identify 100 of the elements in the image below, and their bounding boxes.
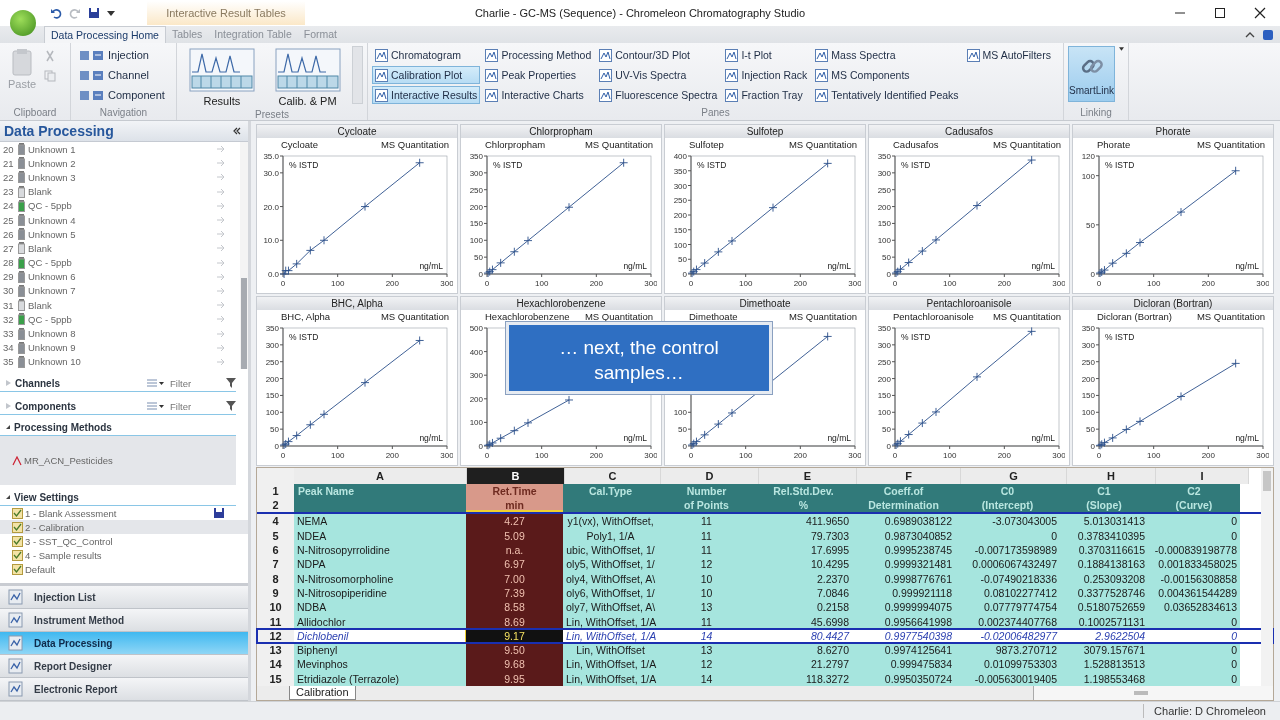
table-cell[interactable]: 411.9650: [755, 514, 852, 529]
table-cell[interactable]: -0.007173598989: [955, 543, 1060, 558]
view-setting-item[interactable]: Default: [0, 562, 224, 577]
table-cell[interactable]: 10.4295: [755, 557, 852, 572]
row-number[interactable]: 7: [257, 557, 294, 572]
data-point[interactable]: [523, 418, 533, 428]
filter-icon[interactable]: [226, 378, 236, 388]
section-header[interactable]: Channels: [15, 377, 142, 389]
expander-icon[interactable]: [6, 495, 10, 500]
table-cell[interactable]: 0.0006067432497: [955, 557, 1060, 572]
table-cell[interactable]: N-Nitrosopyrrolidine: [294, 543, 466, 558]
data-point[interactable]: [619, 158, 629, 168]
injection-item[interactable]: QC - 5ppb: [28, 313, 213, 325]
pane-button[interactable]: Tentatively Identified Peaks: [812, 86, 962, 104]
data-point[interactable]: [713, 247, 723, 257]
injection-item[interactable]: Unknown 9: [28, 342, 213, 354]
injection-item[interactable]: Blank: [28, 299, 213, 311]
data-point[interactable]: [727, 236, 737, 246]
pane-button[interactable]: Mass Spectra: [812, 46, 962, 64]
pane-button[interactable]: Peak Properties: [482, 66, 595, 84]
pane-button[interactable]: Injection Rack: [722, 66, 811, 84]
table-cell[interactable]: 0.2158: [755, 600, 852, 615]
table-cell[interactable]: NEMA: [294, 514, 466, 529]
injection-item[interactable]: Unknown 4: [28, 214, 213, 226]
data-point[interactable]: [496, 433, 506, 443]
data-point[interactable]: [509, 247, 519, 257]
navigation-button[interactable]: Channel: [75, 66, 169, 84]
data-point[interactable]: [292, 259, 302, 269]
data-point[interactable]: [1176, 392, 1186, 401]
table-cell[interactable]: Lin, WithOffset, 1/A: [563, 657, 658, 672]
table-cell[interactable]: ubic, WithOffset, 1/: [563, 543, 658, 558]
navigation-tab[interactable]: Electronic Report: [0, 678, 248, 701]
data-point[interactable]: [564, 202, 574, 212]
data-point[interactable]: [1027, 155, 1037, 165]
data-point[interactable]: [360, 202, 370, 211]
row-number[interactable]: 6: [257, 543, 294, 558]
row-number[interactable]: 2: [257, 498, 294, 513]
data-point[interactable]: [1121, 425, 1131, 434]
table-cell[interactable]: oly5, WithOffset, 1/: [563, 557, 658, 572]
table-cell[interactable]: oly7, WithOffset, A\: [563, 600, 658, 615]
table-cell[interactable]: 11: [658, 543, 755, 558]
row-number[interactable]: 12: [257, 628, 294, 644]
app-logo[interactable]: [10, 10, 36, 36]
pane-button[interactable]: Interactive Results: [372, 86, 481, 104]
data-point[interactable]: [1027, 326, 1037, 336]
data-point[interactable]: [904, 258, 914, 267]
pane-button[interactable]: MS AutoFilters: [963, 46, 1054, 64]
table-cell[interactable]: 9.17: [466, 628, 563, 644]
table-cell[interactable]: 0.3703116615: [1060, 543, 1148, 558]
table-cell[interactable]: 8.58: [466, 600, 563, 615]
column-letter[interactable]: G: [961, 468, 1067, 485]
column-header[interactable]: Coeff.of Determination: [852, 484, 955, 513]
injection-item[interactable]: QC - 5ppb: [28, 200, 213, 212]
data-point[interactable]: [1121, 248, 1131, 258]
data-point[interactable]: [713, 419, 723, 429]
pane-button[interactable]: UV-Vis Spectra: [596, 66, 721, 84]
table-cell[interactable]: 0.9999994075: [852, 600, 955, 615]
table-cell[interactable]: NDPA: [294, 557, 466, 572]
row-number[interactable]: 10: [257, 600, 294, 615]
table-cell[interactable]: 11: [658, 514, 755, 529]
column-header[interactable]: C1 (Slope): [1060, 484, 1148, 513]
table-cell[interactable]: 0.01099753303: [955, 657, 1060, 672]
data-point[interactable]: [700, 430, 710, 440]
column-header[interactable]: C0 (Intercept): [955, 484, 1060, 513]
table-cell[interactable]: 5.013031413: [1060, 514, 1148, 529]
pane-button[interactable]: I-t Plot: [722, 46, 811, 64]
data-point[interactable]: [319, 235, 329, 245]
ribbon-tab[interactable]: Data Processing Home: [44, 26, 166, 43]
row-number[interactable]: 4: [257, 514, 294, 529]
table-cell[interactable]: 0.07779774754: [955, 600, 1060, 615]
filter-field[interactable]: Filter: [168, 400, 222, 412]
smartlink-button[interactable]: SmartLink: [1068, 46, 1115, 102]
data-point[interactable]: [823, 158, 833, 168]
table-cell[interactable]: y1(vx), WithOffset,: [563, 514, 658, 529]
table-cell[interactable]: 9.68: [466, 657, 563, 672]
table-cell[interactable]: Mevinphos: [294, 657, 466, 672]
pane-button[interactable]: Calibration Plot: [372, 66, 481, 84]
table-cell[interactable]: 0.1884138163: [1060, 557, 1148, 572]
data-point[interactable]: [305, 420, 315, 430]
table-cell[interactable]: 17.6995: [755, 543, 852, 558]
data-point[interactable]: [896, 436, 905, 446]
data-point[interactable]: [319, 409, 329, 419]
table-cell[interactable]: 12: [658, 557, 755, 572]
data-point[interactable]: [305, 245, 315, 255]
maximize-icon[interactable]: [1214, 7, 1226, 19]
scrollbar[interactable]: [240, 142, 248, 369]
data-point[interactable]: [523, 236, 533, 246]
table-cell[interactable]: 0.03652834613: [1148, 600, 1240, 615]
data-point[interactable]: [360, 378, 370, 388]
injection-item[interactable]: Unknown 5: [28, 228, 213, 240]
data-point[interactable]: [904, 430, 914, 439]
scrollbar[interactable]: [1261, 468, 1273, 686]
preset-button[interactable]: Calib. & PM: [266, 46, 349, 109]
table-cell[interactable]: 0.001833458025: [1148, 557, 1240, 572]
table-cell[interactable]: -0.000839198778: [1148, 543, 1240, 558]
data-point[interactable]: [1135, 416, 1145, 426]
view-setting-item[interactable]: 4 - Sample results: [0, 548, 224, 563]
pane-button[interactable]: Processing Method: [482, 46, 595, 64]
pane-button[interactable]: Fluorescence Spectra: [596, 86, 721, 104]
navigation-tab[interactable]: Data Processing: [0, 632, 248, 655]
